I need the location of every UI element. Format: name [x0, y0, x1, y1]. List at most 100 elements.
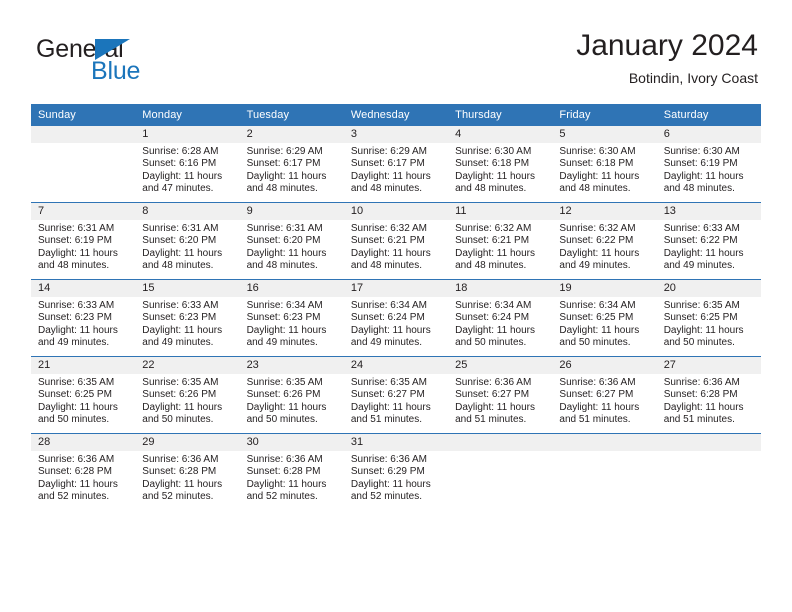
sunrise-text: Sunrise: 6:32 AM	[350, 223, 427, 234]
day-details: Sunrise: 6:33 AM Sunset: 6:23 PM Daylight:…	[135, 297, 239, 350]
sunset-text: Sunset: 6:22 PM	[663, 235, 738, 247]
sunrise-text: Sunrise: 6:30 AM	[559, 146, 636, 157]
calendar-day-cell[interactable]: 26 Sunrise: 6:36 AM Sunset: 6:27 PM Dayligh…	[552, 356, 657, 434]
day-cell: 7 Sunrise: 6:31 AM Sunset: 6:19 PM Daylight…	[31, 203, 136, 279]
daylight-text-line2: and 52 minutes.	[142, 491, 214, 503]
calendar-day-cell[interactable]: 20 Sunrise: 6:35 AM Sunset: 6:25 PM Dayligh…	[656, 279, 761, 357]
calendar-day-cell[interactable]: 29 Sunrise: 6:36 AM Sunset: 6:28 PM Dayligh…	[135, 433, 240, 510]
daylight-text-line2: and 48 minutes.	[455, 260, 527, 272]
calendar-day-cell[interactable]: 23 Sunrise: 6:35 AM Sunset: 6:26 PM Dayligh…	[239, 356, 344, 434]
sunset-text: Sunset: 6:20 PM	[142, 235, 217, 247]
calendar-day-cell[interactable]: 5 Sunrise: 6:30 AM Sunset: 6:18 PM Daylight…	[552, 126, 657, 203]
sunset-text: Sunset: 6:21 PM	[455, 235, 530, 247]
day-number: 30	[239, 434, 344, 451]
calendar-day-cell[interactable]: 24 Sunrise: 6:35 AM Sunset: 6:27 PM Dayligh…	[343, 356, 449, 434]
sunrise-text: Sunrise: 6:31 AM	[142, 223, 219, 234]
calendar-day-cell[interactable]: 8 Sunrise: 6:31 AM Sunset: 6:20 PM Daylight…	[135, 202, 240, 280]
calendar-day-cell[interactable]: 6 Sunrise: 6:30 AM Sunset: 6:19 PM Daylight…	[656, 126, 761, 203]
calendar-day-cell[interactable]: 28 Sunrise: 6:36 AM Sunset: 6:28 PM Dayligh…	[31, 433, 136, 510]
page-title: January 2024	[576, 29, 758, 62]
calendar-day-cell[interactable]: 15 Sunrise: 6:33 AM Sunset: 6:23 PM Dayligh…	[135, 279, 240, 357]
day-details: Sunrise: 6:36 AM Sunset: 6:29 PM Daylight:…	[344, 451, 448, 504]
calendar-day-cell[interactable]: 22 Sunrise: 6:35 AM Sunset: 6:26 PM Dayligh…	[135, 356, 240, 434]
day-details: Sunrise: 6:31 AM Sunset: 6:20 PM Daylight:…	[135, 220, 239, 273]
daylight-text-line2: and 48 minutes.	[559, 183, 631, 195]
day-details: Sunrise: 6:35 AM Sunset: 6:25 PM Daylight:…	[657, 297, 761, 350]
calendar-day-cell[interactable]: 10 Sunrise: 6:32 AM Sunset: 6:21 PM Dayligh…	[343, 202, 449, 280]
sunrise-text: Sunrise: 6:33 AM	[663, 223, 740, 234]
daylight-text-line1: Daylight: 11 hours	[350, 247, 431, 259]
daylight-text-line1: Daylight: 11 hours	[663, 247, 744, 259]
calendar-day-cell[interactable]	[552, 433, 657, 510]
day-number	[656, 434, 761, 451]
calendar-day-cell[interactable]: 27 Sunrise: 6:36 AM Sunset: 6:28 PM Dayligh…	[656, 356, 761, 434]
daylight-text-line1: Daylight: 11 hours	[455, 324, 535, 336]
day-cell: 30 Sunrise: 6:36 AM Sunset: 6:28 PM Dayligh…	[239, 434, 344, 510]
daylight-text-line2: and 52 minutes.	[246, 491, 318, 503]
day-details: Sunrise: 6:32 AM Sunset: 6:22 PM Daylight:…	[552, 220, 656, 273]
sunset-text: Sunset: 6:25 PM	[663, 312, 738, 324]
day-number: 6	[656, 126, 761, 143]
sunrise-text: Sunrise: 6:35 AM	[663, 300, 740, 311]
daylight-text-line2: and 51 minutes.	[455, 414, 527, 426]
calendar-day-cell[interactable]: 4 Sunrise: 6:30 AM Sunset: 6:18 PM Daylight…	[448, 126, 553, 203]
calendar-day-cell[interactable]	[656, 433, 761, 510]
day-cell: 15 Sunrise: 6:33 AM Sunset: 6:23 PM Dayligh…	[135, 280, 240, 356]
calendar-day-cell[interactable]	[31, 126, 136, 203]
day-details: Sunrise: 6:30 AM Sunset: 6:19 PM Daylight:…	[657, 143, 761, 196]
sunset-text: Sunset: 6:19 PM	[38, 235, 112, 247]
weekday-header-wednesday: Wednesday	[343, 104, 449, 126]
calendar-day-cell[interactable]: 14 Sunrise: 6:33 AM Sunset: 6:23 PM Dayligh…	[31, 279, 136, 357]
sunrise-text: Sunrise: 6:30 AM	[455, 146, 532, 157]
sunset-text: Sunset: 6:26 PM	[246, 389, 321, 401]
day-number: 20	[656, 280, 761, 297]
calendar-day-cell[interactable]: 17 Sunrise: 6:34 AM Sunset: 6:24 PM Dayligh…	[343, 279, 449, 357]
calendar-day-cell[interactable]: 19 Sunrise: 6:34 AM Sunset: 6:25 PM Dayligh…	[552, 279, 657, 357]
calendar-day-cell[interactable]: 2 Sunrise: 6:29 AM Sunset: 6:17 PM Daylight…	[239, 126, 344, 203]
sunset-text: Sunset: 6:23 PM	[142, 312, 217, 324]
day-cell-empty	[448, 434, 553, 510]
calendar-day-cell[interactable]: 3 Sunrise: 6:29 AM Sunset: 6:17 PM Daylight…	[343, 126, 449, 203]
day-number: 14	[31, 280, 136, 297]
sunrise-text: Sunrise: 6:34 AM	[559, 300, 636, 311]
calendar-day-cell[interactable]: 9 Sunrise: 6:31 AM Sunset: 6:20 PM Daylight…	[239, 202, 344, 280]
day-details: Sunrise: 6:36 AM Sunset: 6:28 PM Daylight:…	[135, 451, 239, 504]
calendar-day-cell[interactable]: 30 Sunrise: 6:36 AM Sunset: 6:28 PM Dayligh…	[239, 433, 344, 510]
daylight-text-line1: Daylight: 11 hours	[559, 324, 640, 336]
day-number: 31	[343, 434, 449, 451]
calendar-day-cell[interactable]: 7 Sunrise: 6:31 AM Sunset: 6:19 PM Daylight…	[31, 202, 136, 280]
day-details: Sunrise: 6:35 AM Sunset: 6:27 PM Daylight:…	[344, 374, 448, 427]
daylight-text-line2: and 51 minutes.	[663, 414, 735, 426]
daylight-text-line1: Daylight: 11 hours	[142, 324, 223, 336]
weekday-header-monday: Monday	[135, 104, 240, 126]
calendar-day-cell[interactable]: 25 Sunrise: 6:36 AM Sunset: 6:27 PM Dayligh…	[448, 356, 553, 434]
daylight-text-line1: Daylight: 11 hours	[350, 170, 431, 182]
weekday-header-friday: Friday	[552, 104, 657, 126]
calendar-day-cell[interactable]: 12 Sunrise: 6:32 AM Sunset: 6:22 PM Dayligh…	[552, 202, 657, 280]
sunset-text: Sunset: 6:25 PM	[38, 389, 112, 401]
sunset-text: Sunset: 6:23 PM	[38, 312, 112, 324]
sunrise-text: Sunrise: 6:34 AM	[455, 300, 532, 311]
daylight-text-line2: and 49 minutes.	[246, 337, 318, 349]
day-cell: 22 Sunrise: 6:35 AM Sunset: 6:26 PM Dayligh…	[135, 357, 240, 433]
calendar-day-cell[interactable]: 11 Sunrise: 6:32 AM Sunset: 6:21 PM Dayligh…	[448, 202, 553, 280]
day-cell: 6 Sunrise: 6:30 AM Sunset: 6:19 PM Daylight…	[656, 126, 761, 202]
calendar-day-cell[interactable]: 31 Sunrise: 6:36 AM Sunset: 6:29 PM Dayligh…	[343, 433, 449, 510]
general-blue-logo[interactable]: General Blue	[36, 36, 236, 92]
day-cell: 19 Sunrise: 6:34 AM Sunset: 6:25 PM Dayligh…	[552, 280, 657, 356]
page-subtitle: Botindin, Ivory Coast	[628, 70, 758, 86]
calendar-day-cell[interactable]	[448, 433, 553, 510]
calendar-day-cell[interactable]: 1 Sunrise: 6:28 AM Sunset: 6:16 PM Daylight…	[135, 126, 240, 203]
daylight-text-line1: Daylight: 11 hours	[455, 401, 535, 413]
day-cell: 12 Sunrise: 6:32 AM Sunset: 6:22 PM Dayligh…	[552, 203, 657, 279]
calendar-day-cell[interactable]: 13 Sunrise: 6:33 AM Sunset: 6:22 PM Dayligh…	[656, 202, 761, 280]
sunset-text: Sunset: 6:16 PM	[142, 158, 217, 170]
day-number: 29	[135, 434, 240, 451]
daylight-text-line2: and 50 minutes.	[663, 337, 735, 349]
day-cell: 20 Sunrise: 6:35 AM Sunset: 6:25 PM Dayligh…	[656, 280, 761, 356]
day-details: Sunrise: 6:34 AM Sunset: 6:24 PM Daylight:…	[448, 297, 552, 350]
sunset-text: Sunset: 6:17 PM	[246, 158, 321, 170]
calendar-day-cell[interactable]: 16 Sunrise: 6:34 AM Sunset: 6:23 PM Dayligh…	[239, 279, 344, 357]
calendar-day-cell[interactable]: 18 Sunrise: 6:34 AM Sunset: 6:24 PM Dayligh…	[448, 279, 553, 357]
calendar-day-cell[interactable]: 21 Sunrise: 6:35 AM Sunset: 6:25 PM Dayligh…	[31, 356, 136, 434]
